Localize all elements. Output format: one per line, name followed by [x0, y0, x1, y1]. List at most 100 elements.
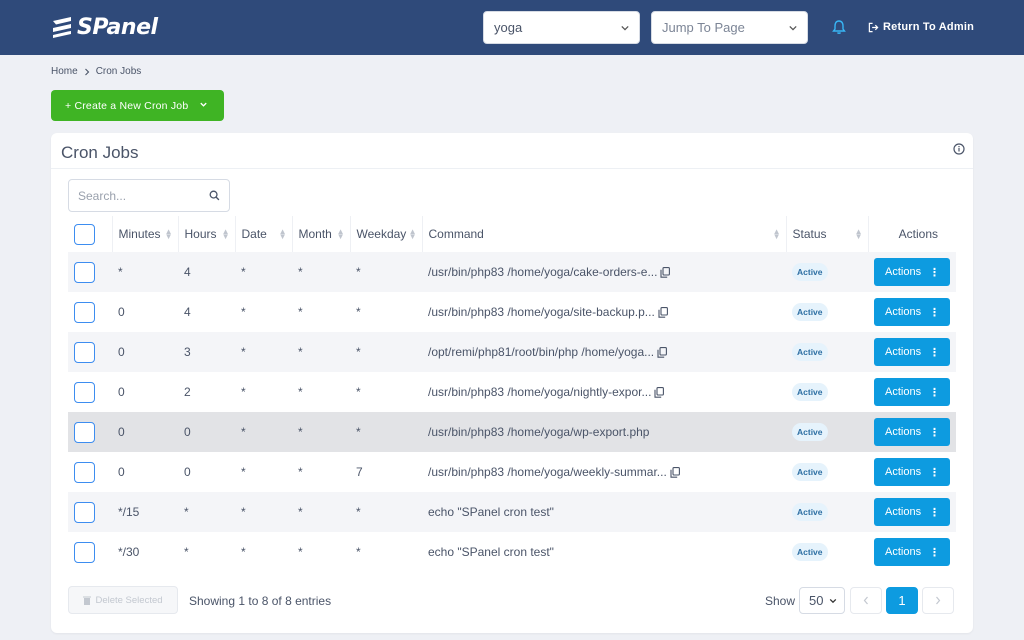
actions-button[interactable]: Actions ⋮: [874, 298, 950, 326]
page-1-button[interactable]: 1: [886, 587, 918, 614]
cell-date: *: [241, 385, 246, 399]
status-badge: Active: [792, 463, 828, 481]
table-row[interactable]: */30 * * * * echo "SPanel cron test" Active Act…: [68, 532, 956, 572]
search-input[interactable]: Search...: [68, 179, 230, 212]
actions-button[interactable]: Actions ⋮: [874, 258, 950, 286]
row-select-cell: [68, 452, 112, 492]
cell-actions: Actions ⋮: [868, 492, 956, 532]
create-cron-job-button[interactable]: + Create a New Cron Job: [51, 90, 224, 121]
actions-button[interactable]: Actions ⋮: [874, 418, 950, 446]
actions-button[interactable]: Actions ⋮: [874, 538, 950, 566]
cell-weekday: *: [356, 425, 361, 439]
copy-icon[interactable]: [660, 267, 671, 279]
previous-page-button[interactable]: [850, 587, 882, 614]
row-checkbox[interactable]: [74, 461, 95, 483]
cell-minutes: *: [118, 265, 123, 279]
jump-to-page-placeholder: Jump To Page: [662, 20, 745, 35]
cell-month: *: [298, 545, 303, 559]
cell-command: echo "SPanel cron test": [422, 532, 786, 572]
next-page-button[interactable]: [922, 587, 954, 614]
cell-hours: 4: [184, 305, 191, 319]
cell-command: echo "SPanel cron test": [422, 492, 786, 532]
row-checkbox[interactable]: [74, 421, 95, 443]
cell-date: *: [241, 265, 246, 279]
breadcrumb-home[interactable]: Home: [51, 66, 78, 77]
cell-status: Active: [786, 452, 868, 492]
row-checkbox[interactable]: [74, 541, 95, 563]
status-badge: Active: [792, 423, 828, 441]
spanel-logo[interactable]: SPanel: [50, 13, 158, 41]
entries-info: Showing 1 to 8 of 8 entries: [189, 594, 332, 608]
sort-icon: ▲ ▼: [221, 227, 230, 241]
table-row[interactable]: 0 0 * * * /usr/bin/php83 /home/yoga/wp-export…: [68, 412, 956, 452]
table-row[interactable]: */15 * * * * echo "SPanel cron test" Active Act…: [68, 492, 956, 532]
table-row[interactable]: 0 2 * * * /usr/bin/php83 /home/yoga/nightly-e…: [68, 372, 956, 412]
row-checkbox[interactable]: [74, 301, 95, 323]
cell-actions: Actions ⋮: [868, 412, 956, 452]
cell-command: /usr/bin/php83 /home/yoga/wp-export.php: [422, 412, 786, 452]
actions-button[interactable]: Actions ⋮: [874, 458, 950, 486]
column-minutes[interactable]: Minutes ▲ ▼: [112, 216, 179, 252]
row-checkbox[interactable]: [74, 381, 95, 403]
status-badge: Active: [792, 543, 828, 561]
table-row[interactable]: 0 4 * * * /usr/bin/php83 /home/yoga/site-back…: [68, 292, 956, 332]
chevron-right-icon: [84, 68, 89, 75]
kebab-icon: ⋮: [929, 506, 940, 519]
row-checkbox[interactable]: [74, 341, 95, 363]
breadcrumb: Home Cron Jobs: [51, 66, 141, 77]
column-command[interactable]: Command ▲ ▼: [422, 216, 787, 252]
chevron-down-icon: [200, 102, 207, 107]
search-icon: [209, 190, 220, 201]
actions-button[interactable]: Actions ⋮: [874, 498, 950, 526]
cell-minutes: */15: [118, 505, 140, 519]
select-all-cell: [68, 216, 113, 252]
cell-command: /usr/bin/php83 /home/yoga/weekly-summar.…: [422, 452, 786, 492]
account-select[interactable]: yoga: [483, 11, 640, 44]
chevron-left-icon: [863, 596, 868, 605]
select-all-checkbox[interactable]: [74, 223, 95, 245]
cell-command: /opt/remi/php81/root/bin/php /home/yoga.…: [422, 332, 786, 372]
copy-icon[interactable]: [657, 347, 668, 359]
table-row[interactable]: 0 0 * * 7/usr/bin/php83 /home/yoga/weekly-su…: [68, 452, 956, 492]
table-row[interactable]: * 4 * * * /usr/bin/php83 /home/yoga/cake-orde…: [68, 252, 956, 292]
delete-selected-button[interactable]: Delete Selected: [68, 586, 178, 614]
copy-icon[interactable]: [658, 307, 668, 319]
copy-icon[interactable]: [670, 467, 680, 479]
chevron-down-icon: [621, 25, 629, 30]
table-body: * 4 * * * /usr/bin/php83 /home/yoga/cake-orde…: [68, 252, 956, 572]
column-status[interactable]: Status ▲ ▼: [786, 216, 869, 252]
logo-icon: [53, 17, 71, 38]
show-label: Show: [765, 594, 796, 608]
column-hours[interactable]: Hours ▲ ▼: [178, 216, 236, 252]
command-text: /usr/bin/php83 /home/yoga/weekly-summar.…: [428, 465, 667, 479]
column-month[interactable]: Month ▲ ▼: [292, 216, 351, 252]
table-row[interactable]: 0 3 * * * /opt/remi/php81/root/bin/php /home/…: [68, 332, 956, 372]
page-size-select[interactable]: 50: [799, 587, 845, 614]
cell-date: *: [241, 505, 246, 519]
logo-text: SPanel: [77, 14, 158, 40]
row-select-cell: [68, 492, 112, 532]
actions-button[interactable]: Actions ⋮: [874, 338, 950, 366]
jump-to-page-select[interactable]: Jump To Page: [651, 11, 808, 44]
cell-actions: Actions ⋮: [868, 252, 956, 292]
sort-icon: ▲ ▼: [336, 227, 345, 241]
row-checkbox[interactable]: [74, 261, 95, 283]
copy-icon[interactable]: [654, 387, 665, 399]
search-placeholder: Search...: [78, 188, 127, 203]
row-checkbox[interactable]: [74, 501, 95, 523]
cron-jobs-table: Minutes ▲ ▼ Hours ▲ ▼ Date ▲ ▼ Month ▲ ▼ Weekday…: [68, 216, 956, 572]
cell-weekday: 7: [356, 465, 363, 479]
row-select-cell: [68, 532, 112, 572]
cell-month: *: [298, 265, 303, 279]
actions-button[interactable]: Actions ⋮: [874, 378, 950, 406]
bell-icon[interactable]: [831, 19, 847, 35]
column-weekday[interactable]: Weekday ▲ ▼: [350, 216, 423, 252]
command-text: echo "SPanel cron test": [428, 545, 554, 559]
breadcrumb-current: Cron Jobs: [95, 66, 142, 77]
info-icon[interactable]: [953, 143, 965, 155]
return-to-admin-link[interactable]: Return To Admin: [868, 21, 974, 33]
kebab-icon: ⋮: [929, 346, 940, 359]
column-date[interactable]: Date ▲ ▼: [235, 216, 293, 252]
cell-month: *: [298, 465, 303, 479]
chevron-down-icon: [829, 598, 837, 603]
